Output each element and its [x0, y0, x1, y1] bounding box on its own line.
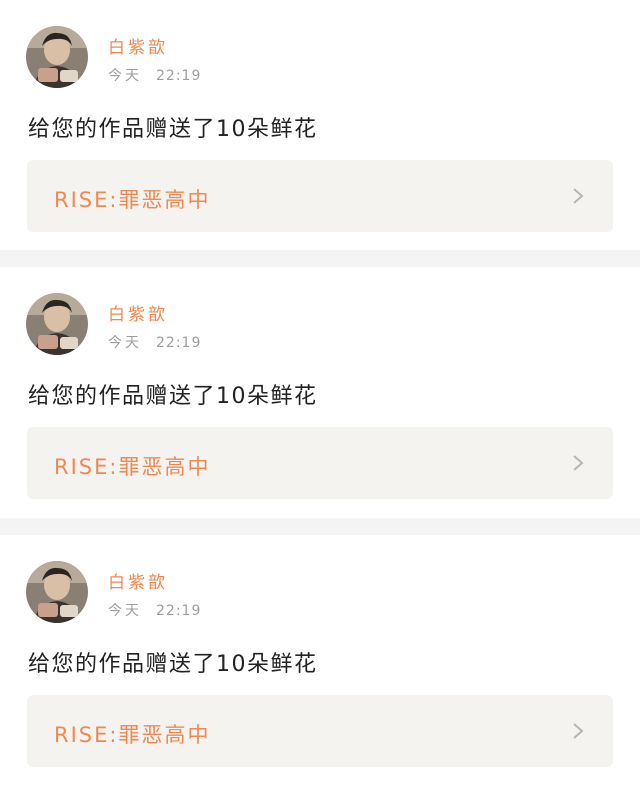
work-title: RISE:罪恶高中	[54, 723, 211, 747]
gift-notification-feed: 白紫歆 今天 22:19 给您的作品赠送了10朵鲜花 RISE:罪恶高中 白紫歆 …	[0, 0, 640, 786]
gift-message: 给您的作品赠送了10朵鲜花	[28, 384, 318, 409]
timestamp-clock: 22:19	[156, 603, 202, 619]
avatar-photo	[26, 26, 88, 88]
avatar[interactable]	[26, 561, 88, 623]
card-separator	[0, 250, 640, 267]
work-title: RISE:罪恶高中	[54, 455, 211, 479]
timestamp-day: 今天	[108, 68, 142, 84]
gift-message: 给您的作品赠送了10朵鲜花	[28, 117, 318, 142]
work-link[interactable]: RISE:罪恶高中	[27, 160, 613, 232]
notification-card: 白紫歆 今天 22:19 给您的作品赠送了10朵鲜花 RISE:罪恶高中	[0, 0, 640, 250]
timestamp-day: 今天	[108, 335, 142, 351]
notification-card: 白紫歆 今天 22:19 给您的作品赠送了10朵鲜花 RISE:罪恶高中	[0, 535, 640, 786]
chevron-right-icon	[573, 723, 584, 739]
timestamp: 今天 22:19	[108, 600, 201, 620]
work-title: RISE:罪恶高中	[54, 188, 211, 212]
avatar[interactable]	[26, 293, 88, 355]
timestamp: 今天 22:19	[108, 65, 201, 85]
username[interactable]: 白紫歆	[108, 568, 168, 593]
avatar[interactable]	[26, 26, 88, 88]
gift-message: 给您的作品赠送了10朵鲜花	[28, 652, 318, 677]
timestamp: 今天 22:19	[108, 332, 201, 352]
username[interactable]: 白紫歆	[108, 300, 168, 325]
chevron-right-icon	[573, 455, 584, 471]
avatar-photo	[26, 293, 88, 355]
timestamp-clock: 22:19	[156, 68, 202, 84]
username[interactable]: 白紫歆	[108, 33, 168, 58]
work-link[interactable]: RISE:罪恶高中	[27, 427, 613, 499]
notification-card: 白紫歆 今天 22:19 给您的作品赠送了10朵鲜花 RISE:罪恶高中	[0, 267, 640, 518]
work-link[interactable]: RISE:罪恶高中	[27, 695, 613, 767]
card-separator	[0, 518, 640, 535]
chevron-right-icon	[573, 188, 584, 204]
avatar-photo	[26, 561, 88, 623]
timestamp-clock: 22:19	[156, 335, 202, 351]
timestamp-day: 今天	[108, 603, 142, 619]
